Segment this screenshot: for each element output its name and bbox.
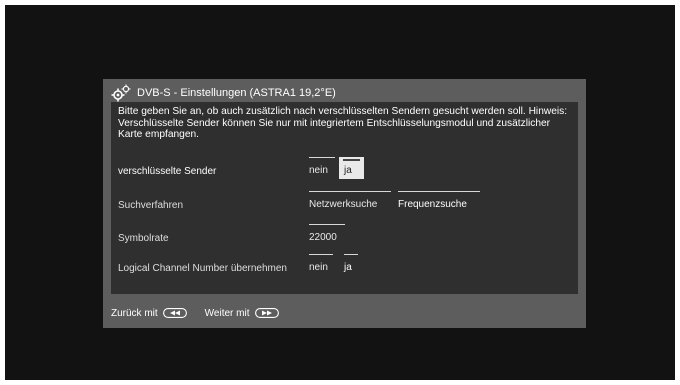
next-hint[interactable]: Weiter mit	[205, 308, 279, 319]
hint-text: Bitte geben Sie an, ob auch zusätzlich n…	[118, 106, 568, 141]
dialog-titlebar: DVB-S - Einstellungen (ASTRA1 19,2°E)	[111, 82, 336, 104]
lcn-option-ja[interactable]: ja	[344, 254, 358, 273]
search-method-option-netzwerksuche[interactable]: Netzwerksuche	[309, 191, 391, 210]
tv-screen: DVB-S - Einstellungen (ASTRA1 19,2°E) Bi…	[5, 5, 675, 380]
lcn-option-nein[interactable]: nein	[309, 254, 333, 273]
settings-dialog: DVB-S - Einstellungen (ASTRA1 19,2°E) Bi…	[103, 79, 586, 328]
back-label: Zurück mit	[111, 307, 158, 319]
symbol-rate-input[interactable]: 22000	[309, 224, 345, 243]
rewind-button-icon	[162, 308, 187, 318]
gears-icon	[111, 84, 131, 102]
fast-forward-button-icon	[254, 308, 279, 318]
encrypted-channels-option-nein[interactable]: nein	[309, 157, 335, 176]
back-hint[interactable]: Zurück mit	[111, 308, 187, 319]
dialog-footer: Zurück mit Weiter mit	[111, 302, 297, 324]
next-label: Weiter mit	[204, 307, 250, 319]
settings-panel: Bitte geben Sie an, ob auch zusätzlich n…	[111, 102, 578, 294]
search-method-option-frequenzsuche[interactable]: Frequenzsuche	[398, 191, 480, 210]
focus-marker	[343, 159, 360, 161]
dialog-title: DVB-S - Einstellungen (ASTRA1 19,2°E)	[137, 87, 336, 99]
encrypted-channels-label: verschlüsselte Sender	[118, 166, 217, 177]
encrypted-channels-option-ja[interactable]: ja	[339, 157, 364, 179]
symbol-rate-label: Symbolrate	[118, 233, 169, 244]
encrypted-channels-option-ja-label: ja	[344, 165, 352, 176]
search-method-label: Suchverfahren	[118, 200, 184, 211]
lcn-label: Logical Channel Number übernehmen	[118, 263, 287, 274]
